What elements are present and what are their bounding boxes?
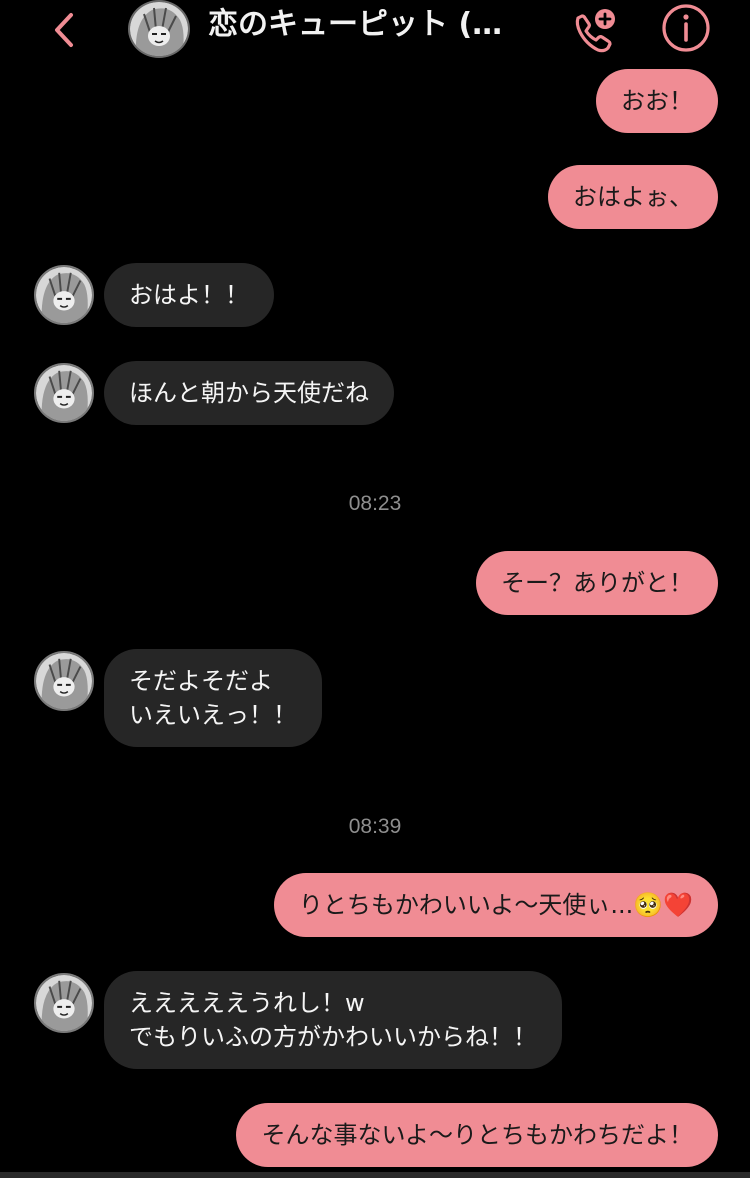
chevron-left-icon — [55, 13, 73, 47]
received-message-bubble[interactable]: ほんと朝から天使だね — [104, 361, 394, 425]
chat-title[interactable]: 恋のキューピット (… — [208, 5, 538, 45]
contact-avatar[interactable] — [128, 0, 190, 58]
received-message-bubble[interactable]: そだよそだよ いえいえっ！！ — [104, 649, 322, 747]
avatar-image — [36, 365, 92, 421]
avatar-image — [36, 975, 92, 1031]
info-icon — [662, 4, 710, 52]
contact-avatar-small[interactable] — [34, 363, 94, 423]
info-button[interactable] — [660, 2, 712, 54]
contact-avatar-small[interactable] — [34, 651, 94, 711]
message-timestamp: 08:39 — [348, 815, 402, 838]
back-button[interactable] — [44, 8, 84, 48]
chat-header: 恋のキューピット (… — [0, 0, 750, 60]
sent-message-bubble[interactable]: おはよぉ、 — [548, 165, 718, 229]
sent-message-bubble[interactable]: そんな事ないよ〜りとちもかわちだよ！ — [236, 1103, 718, 1167]
contact-avatar-small[interactable] — [34, 973, 94, 1033]
avatar-image — [36, 653, 92, 709]
message-timestamp: 08:23 — [348, 492, 402, 515]
add-call-icon — [575, 9, 615, 53]
avatar-image — [36, 267, 92, 323]
received-message-bubble[interactable]: おはよ！！ — [104, 263, 274, 327]
call-button[interactable] — [568, 4, 620, 56]
sent-message-bubble[interactable]: おお！ — [596, 69, 718, 133]
composer-edge — [0, 1172, 750, 1178]
contact-avatar-small[interactable] — [34, 265, 94, 325]
received-message-bubble[interactable]: えええええうれし！w でもりいふの方がかわいいからね！！ — [104, 971, 562, 1069]
sent-message-bubble[interactable]: そー？ありがと！ — [476, 551, 718, 615]
avatar-image — [130, 2, 188, 56]
sent-message-bubble[interactable]: りとちもかわいいよ〜天使ぃ...🥺❤️ — [273, 873, 718, 937]
